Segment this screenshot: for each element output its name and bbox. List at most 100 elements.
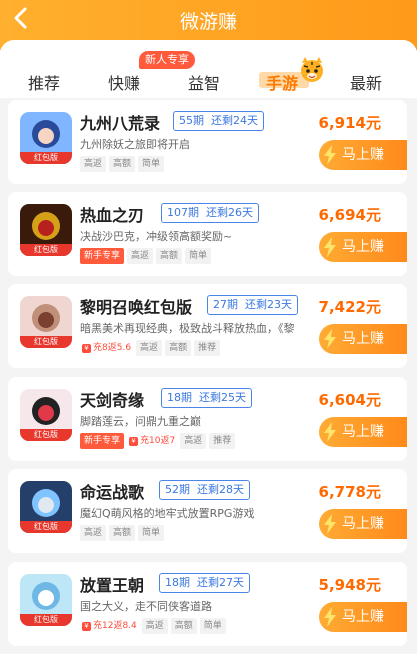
feature-tag: 高返 [141, 618, 168, 634]
game-card[interactable]: 红包版 黎明召唤红包版 27期 还剩23天暗黑美术再现经典，极致战斗释放热血，《黎 ¥… [8, 284, 407, 368]
period-number: 18期 [167, 391, 192, 404]
tag-row: 高返 高额 简单 [80, 156, 167, 172]
game-card[interactable]: 红包版 天剑奇缘 18期 还剩25天 脚踏莲云，问鼎九重之巅 新手专享 ¥ 充10返7 高返推… [8, 377, 407, 461]
newbie-tag: 新手专享 [80, 248, 125, 264]
feature-tag: 简单 [185, 248, 212, 264]
red-packet-tag: 红包版 [20, 152, 72, 164]
tab-quick-earn[interactable]: 快赚 [108, 70, 140, 94]
lightning-icon [324, 607, 336, 627]
game-icon[interactable]: 红包版 [20, 296, 72, 348]
lightning-icon [324, 237, 336, 257]
period-badge: 107期 还剩26天 [161, 203, 259, 223]
feature-tag: 高返 [180, 433, 207, 449]
days-remaining: 还剩26天 [206, 206, 253, 219]
newbie-tag: 新手专享 [80, 433, 125, 449]
reward-amount: 5,948元 [318, 576, 381, 594]
earn-now-button[interactable]: 马上赚 [319, 602, 407, 632]
period-number: 27期 [213, 298, 238, 311]
days-remaining: 还剩24天 [211, 114, 258, 127]
reward-amount: 6,778元 [318, 483, 381, 501]
feature-tag: 高额 [170, 618, 197, 634]
recharge-tag: ¥ 充8返5.6 [80, 340, 134, 356]
reward-amount: 6,914元 [318, 114, 381, 132]
feature-tag: 高返 [80, 156, 107, 172]
feature-tag: 简单 [199, 618, 226, 634]
recharge-text: 充8返5.6 [93, 343, 132, 353]
game-description: 国之大义，走不同侠客道路 [80, 600, 212, 613]
app-header: 微游赚 [0, 0, 417, 40]
game-description: 魔幻Q萌风格的地牢式放置RPG游戏 [80, 507, 255, 520]
game-description: 暗黑美术再现经典，极致战斗释放热血，《黎 [80, 322, 295, 335]
game-name: 热血之刃 [80, 206, 145, 225]
game-icon[interactable]: 红包版 [20, 389, 72, 441]
feature-tag: 推荐 [194, 340, 221, 356]
feature-tag: 推荐 [209, 433, 236, 449]
coupon-icon: ¥ [82, 622, 91, 631]
game-icon[interactable]: 红包版 [20, 112, 72, 164]
tab-recommend[interactable]: 推荐 [28, 70, 60, 94]
feature-tag: 高额 [109, 156, 136, 172]
period-badge: 55期 还剩24天 [173, 111, 264, 131]
red-packet-tag: 红包版 [20, 429, 72, 441]
game-description: 决战沙巴克，冲级领高额奖励~ [80, 230, 233, 243]
red-packet-tag: 红包版 [20, 614, 72, 626]
earn-now-button[interactable]: 马上赚 [319, 509, 407, 539]
game-icon[interactable]: 红包版 [20, 481, 72, 533]
tiger-mascot-icon [301, 57, 323, 82]
period-number: 55期 [179, 114, 204, 127]
coupon-icon: ¥ [82, 344, 91, 353]
earn-now-button[interactable]: 马上赚 [319, 324, 407, 354]
tag-row: ¥ 充12返8.4 高返 高额 简单 [80, 618, 229, 634]
page-title: 微游赚 [179, 11, 237, 33]
game-card[interactable]: 红包版 九州八荒录 55期 还剩24天九州除妖之旅即将开启 高返 高额 简单 6,914元马… [8, 100, 407, 184]
earn-now-button[interactable]: 马上赚 [319, 140, 407, 170]
days-remaining: 还剩25天 [199, 391, 246, 404]
tab-mobile-games[interactable]: 手游 [266, 70, 298, 94]
tab-latest[interactable]: 最新 [350, 70, 382, 94]
game-card[interactable]: 红包版 命运战歌 52期 还剩28天魔幻Q萌风格的地牢式放置RPG游戏 高返 高额 简单 6… [8, 469, 407, 553]
period-badge: 52期 还剩28天 [159, 480, 250, 500]
earn-now-button[interactable]: 马上赚 [319, 232, 407, 262]
game-name: 黎明召唤红包版 [80, 298, 193, 317]
game-name: 九州八荒录 [80, 114, 161, 133]
earn-now-label: 马上赚 [342, 147, 384, 163]
feature-tag: 高额 [156, 248, 183, 264]
recharge-tag: ¥ 充10返7 [127, 433, 178, 449]
period-number: 18期 [165, 576, 190, 589]
game-name: 放置王朝 [80, 576, 145, 595]
game-icon[interactable]: 红包版 [20, 574, 72, 626]
game-description: 九州除妖之旅即将开启 [80, 138, 190, 151]
days-remaining: 还剩23天 [245, 298, 292, 311]
new-user-badge: 新人专享 [139, 51, 195, 69]
game-card[interactable]: 红包版 放置王朝 18期 还剩27天国之大义，走不同侠客道路 ¥ 充12返8.4 高返 高额… [8, 562, 407, 646]
tag-row: 新手专享 高返 高额 简单 [80, 248, 214, 264]
tag-row: 高返 高额 简单 [80, 525, 167, 541]
game-name: 天剑奇缘 [80, 391, 145, 410]
earn-now-label: 马上赚 [342, 424, 384, 440]
tab-puzzle[interactable]: 益智 [188, 70, 220, 94]
period-number: 107期 [167, 206, 199, 219]
days-remaining: 还剩27天 [197, 576, 244, 589]
recharge-text: 充12返8.4 [93, 621, 137, 631]
reward-amount: 7,422元 [318, 298, 381, 316]
coupon-icon: ¥ [129, 437, 139, 446]
game-name: 命运战歌 [80, 483, 145, 502]
game-card[interactable]: 红包版 热血之刃 107期 还剩26天决战沙巴克，冲级领高额奖励~ 新手专享 高返 高额简… [8, 192, 407, 276]
feature-tag: 简单 [138, 156, 165, 172]
earn-now-label: 马上赚 [342, 331, 384, 347]
period-number: 52期 [165, 483, 190, 496]
earn-now-label: 马上赚 [342, 609, 384, 625]
period-badge: 27期 还剩23天 [207, 295, 298, 315]
period-badge: 18期 还剩27天 [159, 573, 250, 593]
red-packet-tag: 红包版 [20, 521, 72, 533]
game-icon[interactable]: 红包版 [20, 204, 72, 256]
reward-amount: 6,694元 [318, 206, 381, 224]
days-remaining: 还剩28天 [197, 483, 244, 496]
feature-tag: 高返 [136, 340, 163, 356]
feature-tag: 简单 [138, 525, 165, 541]
feature-tag: 高返 [127, 248, 154, 264]
red-packet-tag: 红包版 [20, 336, 72, 348]
earn-now-button[interactable]: 马上赚 [319, 417, 407, 447]
red-packet-tag: 红包版 [20, 244, 72, 256]
lightning-icon [324, 329, 336, 349]
